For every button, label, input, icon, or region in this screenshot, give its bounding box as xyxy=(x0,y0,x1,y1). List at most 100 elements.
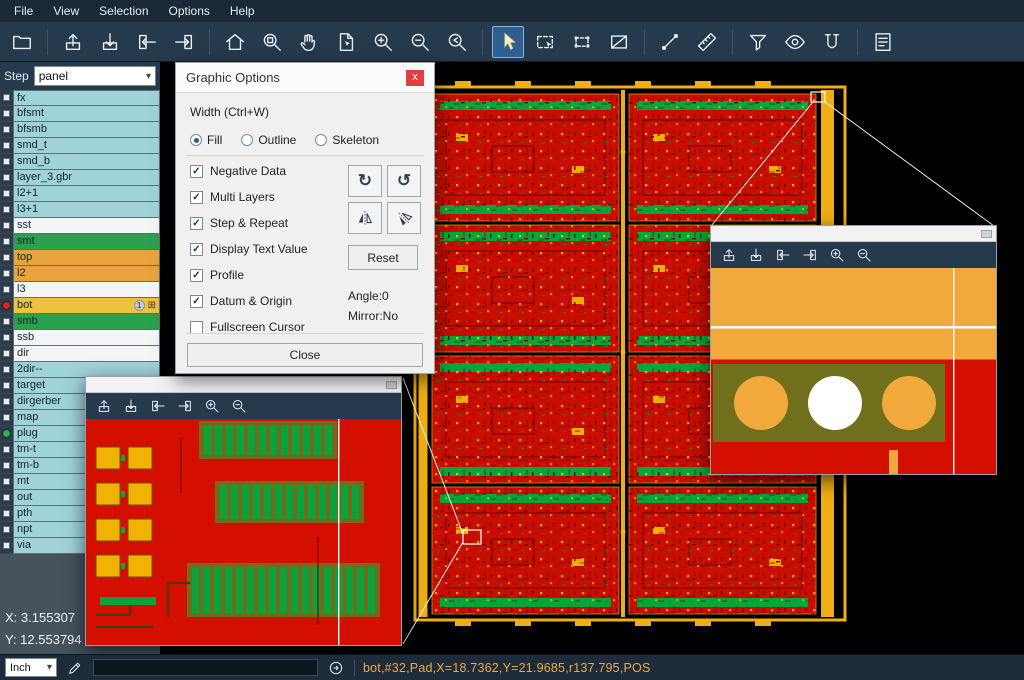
magnifier2-content[interactable] xyxy=(711,268,996,474)
layer-name-cell[interactable]: l3+1 xyxy=(13,202,160,218)
box-arrow-down-button[interactable] xyxy=(94,26,126,58)
box-arrow-right-button[interactable] xyxy=(801,246,819,264)
folder-open-button[interactable] xyxy=(6,26,38,58)
layer-checkbox[interactable] xyxy=(3,398,10,405)
layer-checkbox[interactable] xyxy=(3,222,10,229)
layer-name-cell[interactable]: sst xyxy=(13,218,160,234)
box-arrow-left-button[interactable] xyxy=(149,397,167,415)
layer-name-cell[interactable]: dir xyxy=(13,346,160,362)
layer-row-fx[interactable]: fx xyxy=(0,90,160,106)
box-arrow-left-button[interactable] xyxy=(774,246,792,264)
zoom-out-button[interactable] xyxy=(230,397,248,415)
box-arrow-up-button[interactable] xyxy=(95,397,113,415)
funnel-button[interactable] xyxy=(742,26,774,58)
layer-row-bot[interactable]: bot1⊞ xyxy=(0,298,160,314)
window-restore-icon[interactable] xyxy=(386,381,397,389)
draft-pencil-icon[interactable] xyxy=(65,658,85,678)
home-button[interactable] xyxy=(219,26,251,58)
layer-checkbox[interactable] xyxy=(3,510,10,517)
layer-name-cell[interactable]: smt xyxy=(13,234,160,250)
marquee-button[interactable] xyxy=(529,26,561,58)
zoom-in-button[interactable] xyxy=(828,246,846,264)
layer-checkbox[interactable] xyxy=(3,526,10,533)
rotate-ccw-button[interactable]: ↺ xyxy=(387,165,421,197)
zoom-in-button[interactable] xyxy=(203,397,221,415)
reset-button[interactable]: Reset xyxy=(348,245,418,270)
zoom-in-button[interactable] xyxy=(367,26,399,58)
layer-checkbox[interactable] xyxy=(3,494,10,501)
box-arrow-down-button[interactable] xyxy=(747,246,765,264)
mirror-h-button[interactable] xyxy=(348,202,382,234)
layer-name-cell[interactable]: fx xyxy=(13,90,160,106)
magnifier1-titlebar[interactable] xyxy=(86,377,401,393)
layer-name-cell[interactable]: ssb xyxy=(13,330,160,346)
layer-name-cell[interactable]: l2+1 xyxy=(13,186,160,202)
layer-row-l2[interactable]: l2 xyxy=(0,266,160,282)
layer-checkbox[interactable] xyxy=(3,462,10,469)
layer-checkbox[interactable] xyxy=(3,286,10,293)
layer-row-top[interactable]: top xyxy=(0,250,160,266)
rotate-cw-button[interactable]: ↻ xyxy=(348,165,382,197)
layer-row-smb[interactable]: smb xyxy=(0,314,160,330)
zoom-area-button[interactable] xyxy=(256,26,288,58)
zoom-prev-button[interactable] xyxy=(441,26,473,58)
layer-row-l3[interactable]: l3 xyxy=(0,282,160,298)
layer-checkbox[interactable] xyxy=(3,254,10,261)
dialog-close-button[interactable]: x xyxy=(406,70,424,86)
layer-row-l3-1[interactable]: l3+1 xyxy=(0,202,160,218)
unit-select[interactable]: Inch ▾ xyxy=(5,658,57,677)
layer-name-cell[interactable]: bfsmt xyxy=(13,106,160,122)
layer-checkbox[interactable] xyxy=(3,142,10,149)
layer-row-l2-1[interactable]: l2+1 xyxy=(0,186,160,202)
radio-skeleton[interactable]: Skeleton xyxy=(315,133,379,147)
measure-square-button[interactable] xyxy=(603,26,635,58)
layer-name-cell[interactable]: bfsmb xyxy=(13,122,160,138)
trace-u-button[interactable] xyxy=(816,26,848,58)
layer-checkbox[interactable] xyxy=(3,238,10,245)
layer-row-sst[interactable]: sst xyxy=(0,218,160,234)
layer-checkbox[interactable] xyxy=(3,446,10,453)
magnifier1-content[interactable] xyxy=(86,419,401,645)
box-arrow-left-button[interactable] xyxy=(131,26,163,58)
eye-button[interactable] xyxy=(779,26,811,58)
command-input[interactable] xyxy=(93,659,318,676)
checkbox-datum-origin[interactable]: ✓ Datum & Origin xyxy=(190,293,308,309)
layer-row-bfsmb[interactable]: bfsmb xyxy=(0,122,160,138)
layer-checkbox[interactable] xyxy=(3,206,10,213)
grid-icon[interactable]: ⊞ xyxy=(148,301,156,311)
transform-rect-button[interactable] xyxy=(566,26,598,58)
window-restore-icon[interactable] xyxy=(981,230,992,238)
zoom-out-button[interactable] xyxy=(855,246,873,264)
notes-button[interactable] xyxy=(867,26,899,58)
layer-checkbox[interactable] xyxy=(3,542,10,549)
layer-checkbox[interactable] xyxy=(3,478,10,485)
box-arrow-up-button[interactable] xyxy=(720,246,738,264)
layer-checkbox[interactable] xyxy=(3,174,10,181)
layer-row-bfsmt[interactable]: bfsmt xyxy=(0,106,160,122)
box-arrow-right-button[interactable] xyxy=(176,397,194,415)
box-arrow-down-button[interactable] xyxy=(122,397,140,415)
layer-checkbox[interactable] xyxy=(3,366,10,373)
layer-row-smt[interactable]: smt xyxy=(0,234,160,250)
layer-checkbox[interactable] xyxy=(3,110,10,117)
layer-name-cell[interactable]: l2 xyxy=(13,266,160,282)
hand-pan-button[interactable] xyxy=(293,26,325,58)
dialog-titlebar[interactable]: Graphic Options x xyxy=(176,63,434,93)
layer-checkbox[interactable] xyxy=(3,94,10,101)
layer-checkbox[interactable] xyxy=(3,126,10,133)
layer-row-dir[interactable]: dir xyxy=(0,346,160,362)
diag-line-button[interactable] xyxy=(654,26,686,58)
checkbox-display-text-value[interactable]: ✓ Display Text Value xyxy=(190,241,308,257)
box-arrow-right-button[interactable] xyxy=(168,26,200,58)
layer-name-cell[interactable]: layer_3.gbr xyxy=(13,170,160,186)
checkbox-multi-layers[interactable]: ✓ Multi Layers xyxy=(190,189,308,205)
layer-checkbox[interactable] xyxy=(3,350,10,357)
radio-fill[interactable]: Fill xyxy=(190,133,222,147)
close-button[interactable]: Close xyxy=(187,343,423,367)
layer-checkbox[interactable] xyxy=(3,334,10,341)
layer-name-cell[interactable]: l3 xyxy=(13,282,160,298)
layer-name-cell[interactable]: top xyxy=(13,250,160,266)
layer-checkbox[interactable] xyxy=(3,414,10,421)
layer-row-layer-3-gbr[interactable]: layer_3.gbr xyxy=(0,170,160,186)
ruler-button[interactable] xyxy=(691,26,723,58)
